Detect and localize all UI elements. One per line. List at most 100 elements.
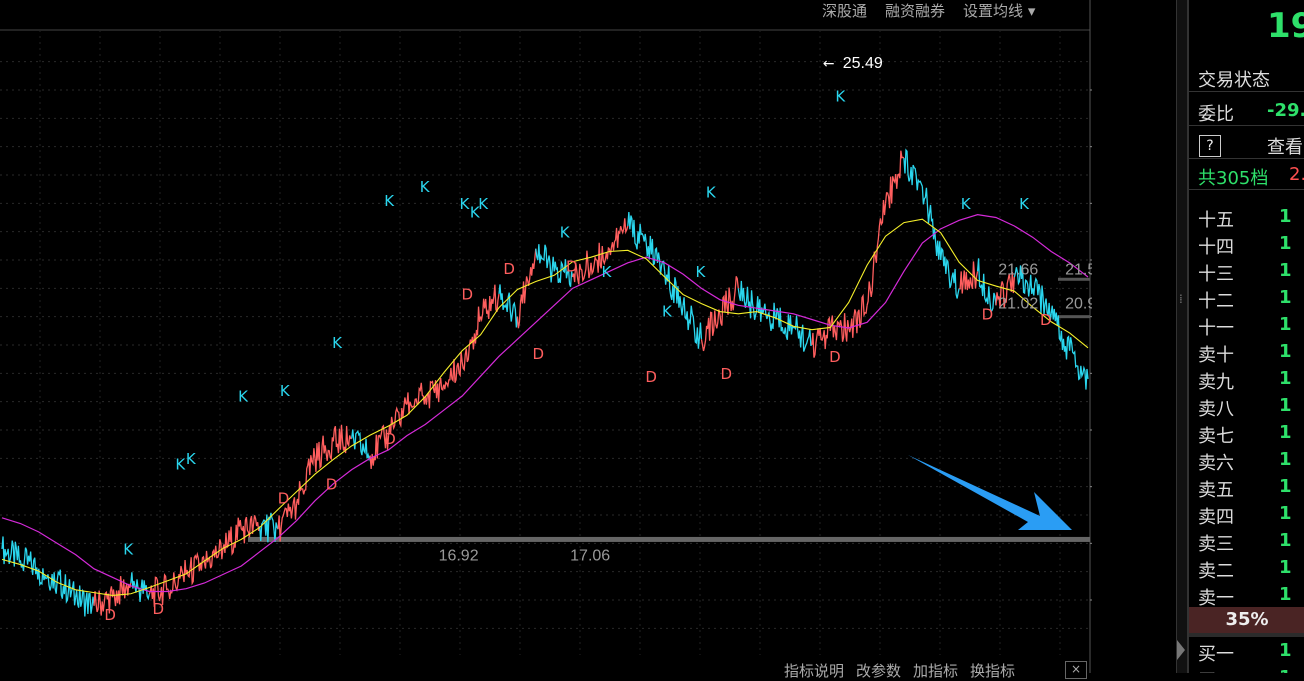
set-ma-dropdown[interactable]: 设置均线 ▾ xyxy=(963,0,1035,22)
k-marker: K xyxy=(662,303,673,321)
add-indicator-link[interactable]: 加指标 xyxy=(913,660,958,681)
book-level-label: 十二 xyxy=(1198,291,1234,312)
k-marker: K xyxy=(695,263,706,281)
help-row: ? 查看 xyxy=(1189,131,1304,159)
price-segment xyxy=(645,235,666,275)
book-level-label: 十三 xyxy=(1198,264,1234,285)
chart-area[interactable]: 25.0024.0023.0022.0021.0020.0019.0018.00… xyxy=(0,0,1092,680)
indicator-help-link[interactable]: 指标说明 xyxy=(784,660,844,681)
price-segment xyxy=(222,517,242,556)
book-level-label: 卖六 xyxy=(1198,453,1234,474)
wei-bi-value: -29. xyxy=(1267,100,1304,121)
k-marker: K xyxy=(706,184,717,202)
price-segment xyxy=(479,284,500,323)
help-button[interactable]: ? xyxy=(1199,135,1221,157)
book-row-sell[interactable]: 卖九 1 xyxy=(1189,365,1304,393)
price-segment xyxy=(185,551,206,586)
book-row-sell[interactable]: 十一 1 xyxy=(1189,311,1304,339)
price-segment xyxy=(627,211,647,250)
grid-lines xyxy=(0,30,1090,655)
shen-gu-tong-link[interactable]: 深股通 xyxy=(822,0,867,22)
look-button[interactable]: 查看 xyxy=(1267,133,1303,159)
k-marker: K xyxy=(961,195,972,213)
k-marker: K xyxy=(186,450,197,468)
k-marker: K xyxy=(420,178,431,196)
book-level-label: 买一 xyxy=(1198,644,1234,665)
book-level-label: 卖十 xyxy=(1198,345,1234,366)
set-ma-label: 设置均线 xyxy=(963,2,1024,20)
price-segment xyxy=(884,150,905,209)
panel-splitter[interactable]: ⁞ xyxy=(1176,0,1188,673)
book-row-sell[interactable]: 十二 1 xyxy=(1189,284,1304,312)
close-indicator-button[interactable]: × xyxy=(1065,661,1087,679)
k-marker: K xyxy=(238,388,249,406)
book-row-buy[interactable]: 买一 1 xyxy=(1189,637,1304,665)
book-row-sell[interactable]: 卖八 1 xyxy=(1189,392,1304,420)
d-marker: D xyxy=(384,430,396,448)
book-level-price: 1 xyxy=(1279,584,1292,605)
price-series xyxy=(1,148,1089,617)
k-marker: K xyxy=(1019,195,1030,213)
book-level-label: 卖二 xyxy=(1198,561,1234,582)
price-segment xyxy=(332,424,352,454)
book-level-label: 卖五 xyxy=(1198,480,1234,501)
depth-total-value: 2. xyxy=(1289,164,1304,185)
book-row-sell[interactable]: 卖四 1 xyxy=(1189,500,1304,528)
price-segment xyxy=(682,297,703,349)
book-level-price: 1 xyxy=(1279,640,1292,661)
d-marker: D xyxy=(829,348,841,366)
k-marker: K xyxy=(123,541,134,559)
book-row-sell[interactable]: 十四 1 xyxy=(1189,230,1304,258)
book-row-sell[interactable]: 卖一 1 xyxy=(1189,581,1304,609)
book-row-sell[interactable]: 十三 1 xyxy=(1189,257,1304,285)
d-marker: D xyxy=(104,606,116,624)
book-level-price: 1 xyxy=(1279,503,1292,524)
mark-line-lower xyxy=(1058,315,1090,319)
book-row-sell[interactable]: 卖七 1 xyxy=(1189,419,1304,447)
book-row-buy[interactable]: 买二 1 xyxy=(1189,664,1304,673)
expand-arrow-icon[interactable] xyxy=(1177,640,1185,660)
trade-status-label: 交易状态 xyxy=(1198,70,1270,91)
change-params-link[interactable]: 改参数 xyxy=(856,660,901,681)
book-row-sell[interactable]: 卖五 1 xyxy=(1189,473,1304,501)
book-level-label: 十五 xyxy=(1198,210,1234,231)
k-marker: K xyxy=(175,456,186,474)
price-chart[interactable]: 25.0024.0023.0022.0021.0020.0019.0018.00… xyxy=(0,0,1092,673)
book-level-label: 十一 xyxy=(1198,318,1234,339)
price-segment xyxy=(700,309,721,352)
change-indicator-link[interactable]: 换指标 xyxy=(970,660,1015,681)
price-annotation: 21.02 xyxy=(998,296,1038,313)
ma-long-line xyxy=(1,214,1089,593)
book-level-price: 1 xyxy=(1279,476,1292,497)
book-row-sell[interactable]: 十五 1 xyxy=(1189,203,1304,231)
d-marker: D xyxy=(533,345,545,363)
price-annotation: 21.66 xyxy=(998,262,1038,279)
book-level-price: 1 xyxy=(1279,395,1292,416)
depth-total-label: 共305档 xyxy=(1198,168,1269,189)
book-level-label: 卖八 xyxy=(1198,399,1234,420)
book-row-sell[interactable]: 卖六 1 xyxy=(1189,446,1304,474)
price-annotation: 16.92 xyxy=(439,548,479,565)
book-level-price: 1 xyxy=(1279,368,1292,389)
price-segment xyxy=(921,186,942,261)
book-level-price: 1 xyxy=(1279,667,1292,673)
grip-icon: ⁞ xyxy=(1179,292,1183,306)
book-level-label: 买二 xyxy=(1198,667,1234,673)
margin-trading-link[interactable]: 融资融券 xyxy=(885,0,945,22)
book-level-label: 卖七 xyxy=(1198,426,1234,447)
price-annotation: 20.94 xyxy=(1065,296,1092,313)
k-marker: K xyxy=(280,382,291,400)
depth-total-row: 共305档 2. xyxy=(1189,162,1304,190)
book-row-sell[interactable]: 卖三 1 xyxy=(1189,527,1304,555)
book-row-sell[interactable]: 卖十 1 xyxy=(1189,338,1304,366)
price-segment xyxy=(111,576,132,607)
chart-top-menu: 深股通 融资融券 设置均线 ▾ xyxy=(822,0,1035,22)
k-marker: K xyxy=(459,195,470,213)
price-annotation: 17.06 xyxy=(570,548,610,565)
book-level-label: 卖三 xyxy=(1198,534,1234,555)
k-marker: K xyxy=(835,87,846,105)
trend-arrow-icon xyxy=(908,455,1072,530)
quote-panel: 19 交易状态 委比 -29. ? 查看 共305档 2. 十五1十四1十三1十… xyxy=(1188,0,1304,673)
price-segment xyxy=(498,284,519,328)
book-row-sell[interactable]: 卖二 1 xyxy=(1189,554,1304,582)
